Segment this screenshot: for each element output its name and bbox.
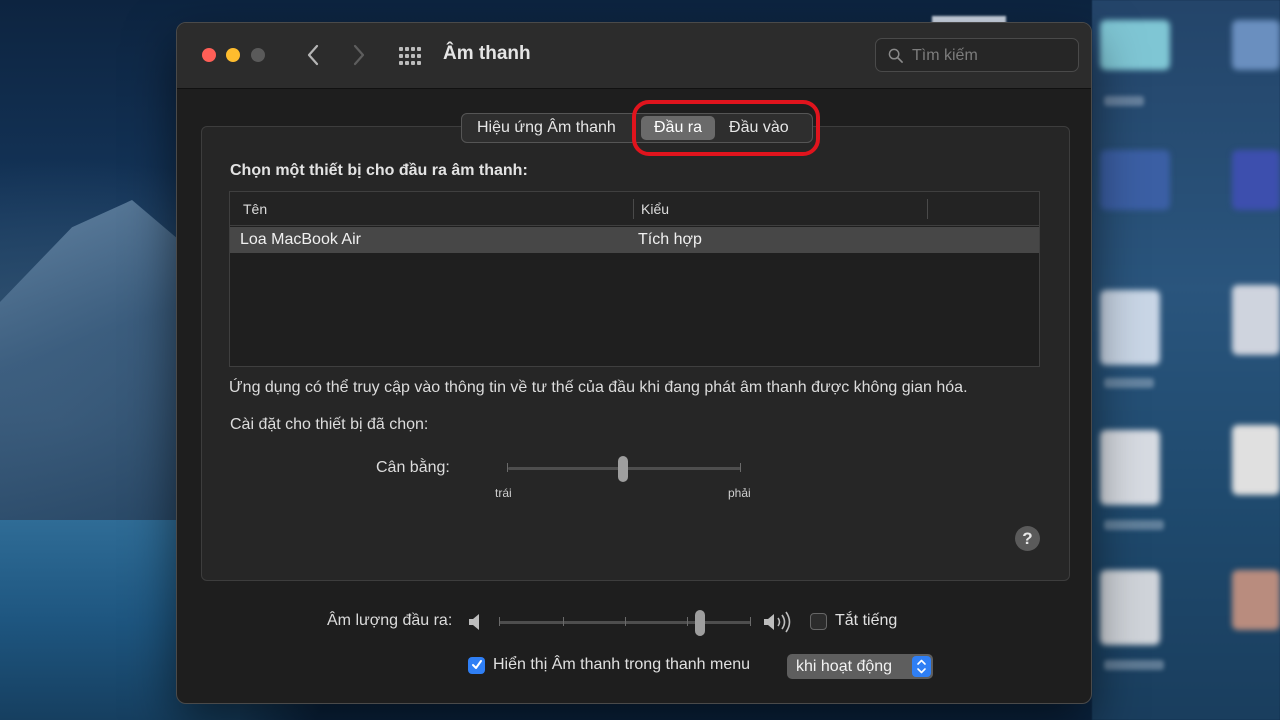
device-name: Loa MacBook Air — [240, 231, 361, 248]
show-in-menubar-checkbox[interactable] — [468, 657, 485, 674]
close-window-button[interactable] — [202, 48, 216, 62]
balance-right-label: phải — [728, 486, 751, 500]
select-arrows-icon — [912, 656, 931, 677]
desktop-file-thumbnail[interactable] — [1232, 570, 1280, 630]
table-header: Tên Kiểu — [230, 192, 1039, 226]
show-in-menubar-label: Hiển thị Âm thanh trong thanh menu — [493, 656, 751, 673]
device-settings-label: Cài đặt cho thiết bị đã chọn: — [230, 416, 429, 433]
balance-slider-knob[interactable] — [618, 456, 628, 482]
output-volume-knob[interactable] — [695, 610, 705, 636]
title-bar: Âm thanh — [177, 23, 1091, 89]
speaker-high-icon — [764, 611, 791, 633]
menubar-visibility-select[interactable]: khi hoạt động — [787, 654, 933, 679]
desktop-file-thumbnail[interactable] — [1232, 20, 1280, 70]
desktop-file-thumbnail[interactable] — [1232, 425, 1280, 495]
desktop-file-thumbnail[interactable] — [1232, 285, 1280, 355]
desktop-file-label — [1104, 660, 1164, 670]
sound-preferences-window: Âm thanh Hiệu ứng Âm thanh Đầu ra Đầu và… — [176, 22, 1092, 704]
spatial-audio-note: Ứng dụng có thể truy cập vào thông tin v… — [229, 379, 968, 396]
output-volume-label: Âm lượng đầu ra: — [327, 612, 453, 629]
help-button[interactable]: ? — [1015, 526, 1040, 551]
device-type: Tích hợp — [638, 231, 702, 248]
search-icon — [888, 48, 903, 63]
table-row[interactable]: Loa MacBook Air Tích hợp — [230, 227, 1039, 253]
desktop-file-thumbnail[interactable] — [1232, 150, 1280, 210]
desktop-file-thumbnail[interactable] — [1100, 290, 1160, 365]
desktop-file-thumbnail[interactable] — [1100, 150, 1170, 210]
slider-tick — [499, 617, 500, 626]
slider-tick — [687, 617, 688, 626]
zoom-window-button[interactable] — [251, 48, 265, 62]
slider-tick — [507, 463, 508, 472]
show-all-grid-icon[interactable] — [399, 47, 421, 65]
output-device-table: Tên Kiểu Loa MacBook Air Tích hợp — [229, 191, 1040, 367]
balance-left-label: trái — [495, 486, 512, 500]
select-value: khi hoạt động — [796, 658, 893, 675]
highlight-annotation-ring — [632, 100, 820, 156]
output-section-title: Chọn một thiết bị cho đầu ra âm thanh: — [230, 162, 528, 179]
column-divider — [927, 199, 928, 219]
speaker-low-icon — [469, 614, 479, 630]
desktop-file-label — [1104, 520, 1164, 530]
slider-tick — [750, 617, 751, 626]
slider-tick — [740, 463, 741, 472]
chevron-left-icon — [307, 44, 319, 66]
mute-label: Tắt tiếng — [835, 612, 898, 629]
column-divider — [633, 199, 634, 219]
desktop-file-thumbnail[interactable] — [1100, 570, 1160, 645]
checkmark-icon — [471, 660, 482, 669]
balance-label: Cân bằng: — [376, 459, 450, 476]
slider-tick — [625, 617, 626, 626]
forward-button[interactable] — [345, 41, 373, 69]
search-input[interactable] — [912, 45, 1072, 67]
chevron-right-icon — [353, 44, 365, 66]
mute-checkbox[interactable] — [810, 613, 827, 630]
desktop-file-thumbnail[interactable] — [1100, 430, 1160, 505]
desktop-file-thumbnail[interactable] — [1100, 20, 1170, 70]
window-title: Âm thanh — [443, 43, 531, 64]
slider-tick — [563, 617, 564, 626]
desktop-file-label — [1104, 378, 1154, 388]
column-header-type[interactable]: Kiểu — [641, 201, 669, 217]
search-field[interactable] — [875, 38, 1079, 72]
tab-sound-effects[interactable]: Hiệu ứng Âm thanh — [465, 116, 641, 140]
column-header-name[interactable]: Tên — [243, 201, 267, 217]
back-button[interactable] — [299, 41, 327, 69]
desktop-file-label — [1104, 96, 1144, 106]
minimize-window-button[interactable] — [226, 48, 240, 62]
